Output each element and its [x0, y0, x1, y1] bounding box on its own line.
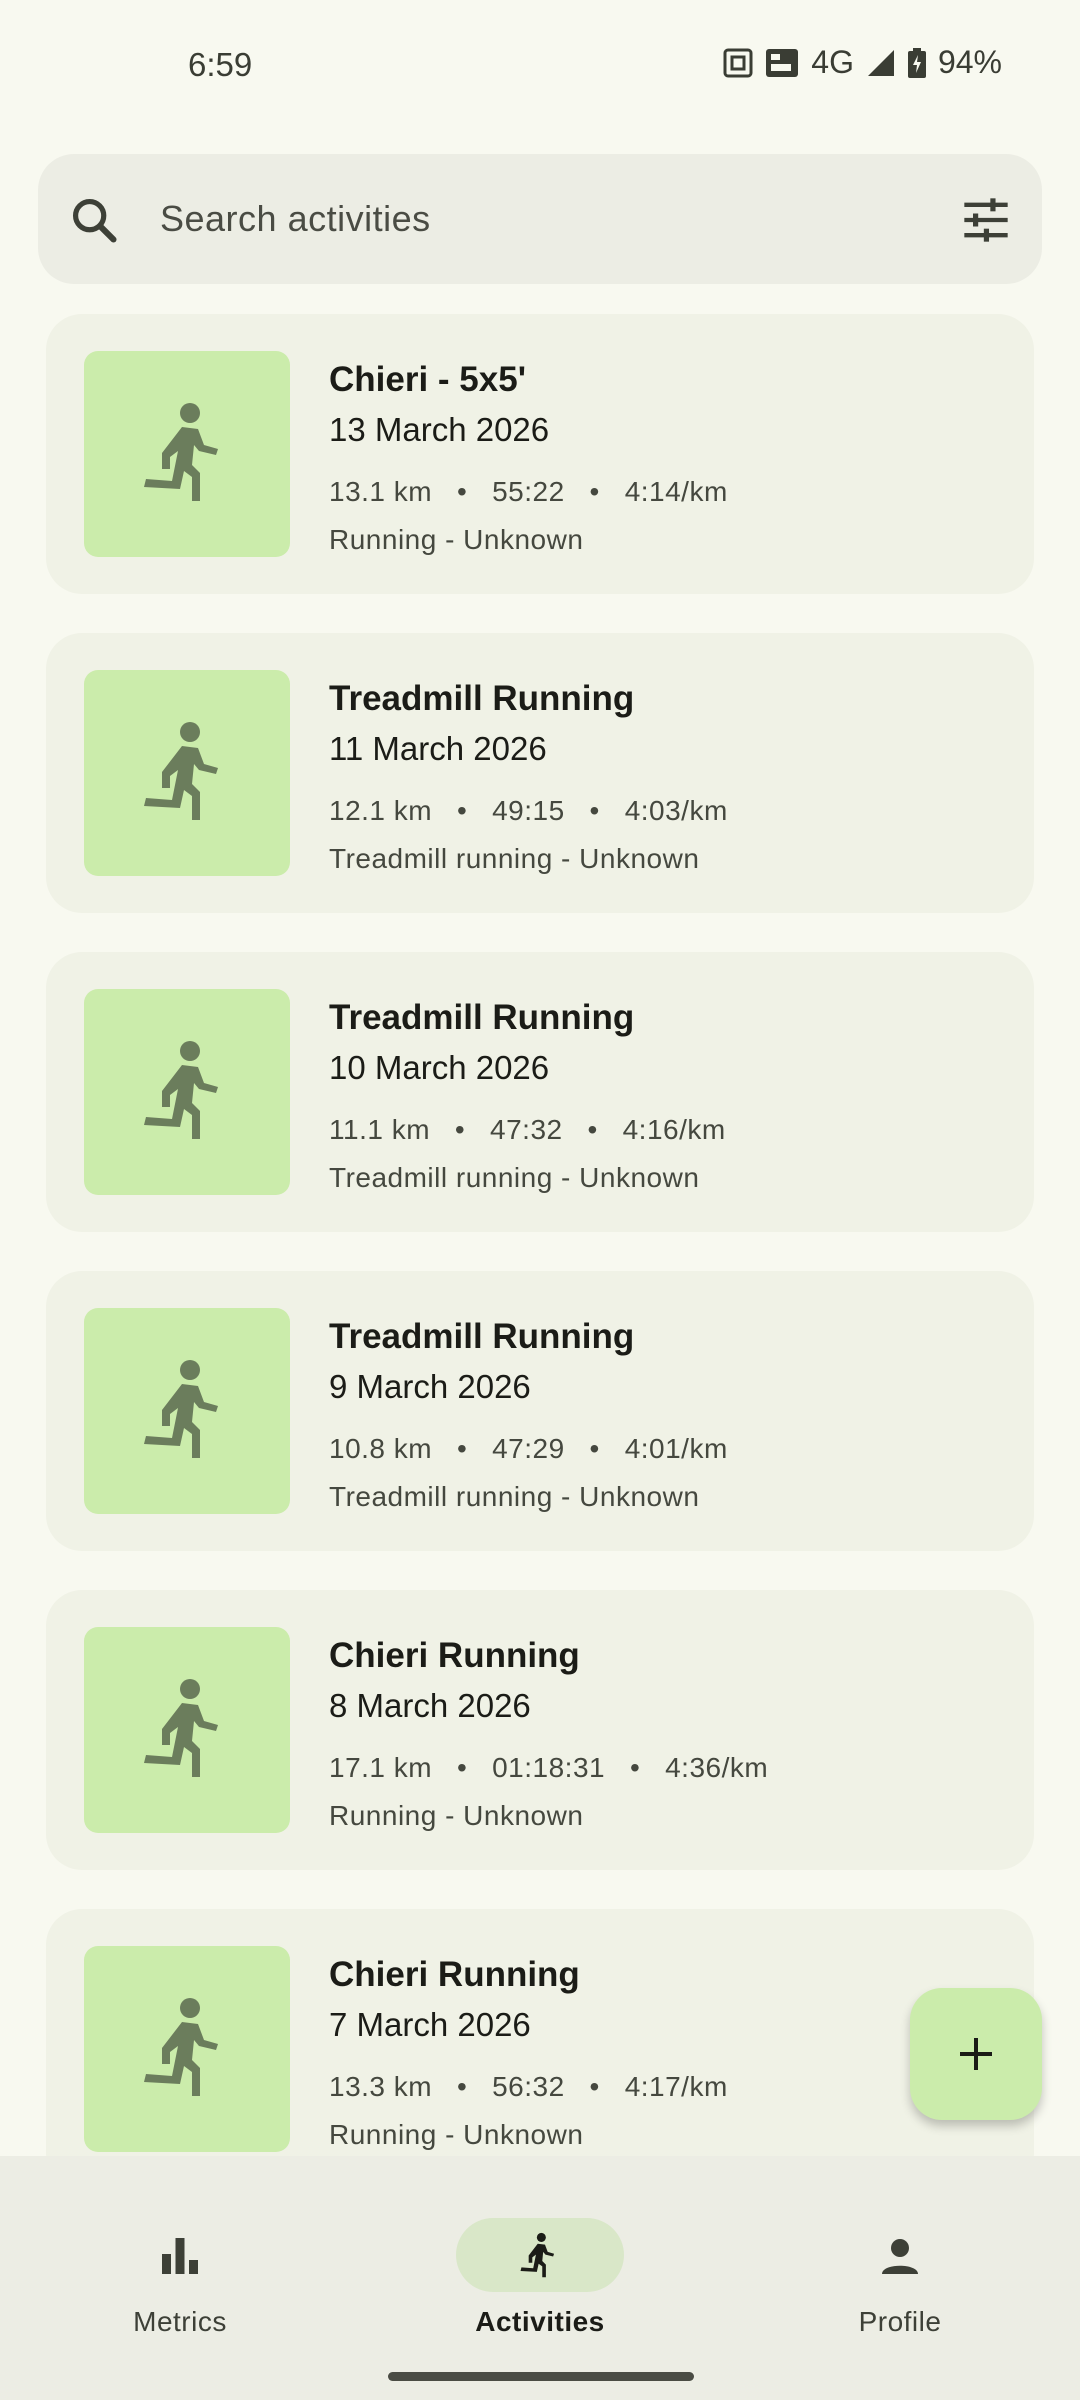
activity-card[interactable]: Treadmill Running 10 March 2026 11.1 km …: [46, 952, 1034, 1232]
activity-card[interactable]: Treadmill Running 11 March 2026 12.1 km …: [46, 633, 1034, 913]
activity-stats: 11.1 km • 47:32 • 4:16/km: [329, 1114, 726, 1146]
bar-chart-icon: [162, 2238, 198, 2274]
nav-label: Metrics: [133, 2306, 227, 2337]
activity-stats: 13.3 km • 56:32 • 4:17/km: [329, 2071, 728, 2103]
person-icon: [882, 2239, 918, 2274]
activity-thumbnail: [84, 989, 290, 1195]
activity-date: 9 March 2026: [329, 1368, 531, 1405]
status-time: 6:59: [188, 46, 253, 83]
activity-card[interactable]: Chieri Running 7 March 2026 13.3 km • 56…: [46, 1909, 1034, 2189]
separator: •: [456, 476, 468, 507]
separator: •: [589, 1433, 600, 1464]
add-activity-button[interactable]: [910, 1988, 1042, 2120]
battery-charging-icon: [907, 47, 926, 78]
nav-item-profile[interactable]: Profile: [800, 2186, 1000, 2337]
filter-icon[interactable]: [960, 194, 1012, 246]
activity-distance: 10.8 km: [329, 1433, 433, 1464]
activity-pace: 4:14/km: [624, 476, 728, 507]
activity-title: Treadmill Running: [329, 1317, 635, 1356]
activity-stats: 12.1 km • 49:15 • 4:03/km: [329, 795, 728, 827]
activity-pace: 4:03/km: [624, 795, 728, 826]
activity-type: Treadmill running - Unknown: [329, 843, 700, 874]
activity-pace: 4:01/km: [624, 1433, 728, 1464]
separator: •: [629, 1752, 641, 1783]
running-icon: [144, 1679, 218, 1777]
activity-title: Chieri Running: [329, 1955, 580, 1994]
separator: •: [456, 1752, 468, 1783]
separator: •: [456, 1433, 468, 1464]
activity-distance: 13.3 km: [329, 2071, 433, 2102]
activity-duration: 55:22: [492, 476, 565, 507]
activity-pace: 4:36/km: [665, 1752, 769, 1783]
running-icon: [144, 1998, 218, 2096]
running-icon: [144, 722, 218, 820]
activity-type: Running - Unknown: [329, 2119, 584, 2150]
activity-card[interactable]: Chieri Running 8 March 2026 17.1 km • 01…: [46, 1590, 1034, 1870]
separator: •: [587, 1114, 598, 1145]
nfc-icon: [723, 48, 753, 77]
nav-label: Activities: [475, 2306, 605, 2337]
activity-stats: 10.8 km • 47:29 • 4:01/km: [329, 1433, 728, 1465]
separator: •: [456, 2071, 468, 2102]
search-input[interactable]: Search activities: [160, 198, 431, 240]
activity-date: 11 March 2026: [329, 730, 547, 767]
activity-duration: 01:18:31: [492, 1752, 606, 1783]
separator: •: [454, 1114, 466, 1145]
activity-duration: 56:32: [492, 2071, 565, 2102]
activity-distance: 11.1 km: [329, 1114, 431, 1145]
separator: •: [589, 2071, 600, 2102]
signal-icon: [867, 49, 894, 76]
activity-card[interactable]: Treadmill Running 9 March 2026 10.8 km •…: [46, 1271, 1034, 1551]
activity-title: Treadmill Running: [329, 679, 635, 718]
activity-date: 8 March 2026: [329, 1687, 531, 1724]
activity-distance: 12.1 km: [329, 795, 433, 826]
activity-thumbnail: [84, 1627, 290, 1833]
activity-duration: 47:32: [490, 1114, 563, 1145]
activity-type: Running - Unknown: [329, 1800, 584, 1831]
status-bar: 6:59 4G 94%: [0, 0, 1080, 140]
search-bar[interactable]: Search activities: [38, 154, 1042, 284]
activity-thumbnail: [84, 670, 290, 876]
nav-item-metrics[interactable]: Metrics: [80, 2186, 280, 2337]
separator: •: [589, 795, 600, 826]
activity-type: Treadmill running - Unknown: [329, 1481, 700, 1512]
nav-label: Profile: [858, 2306, 942, 2337]
network-type: 4G: [811, 44, 854, 80]
activity-date: 7 March 2026: [329, 2006, 531, 2043]
running-icon: [520, 2232, 555, 2278]
activity-title: Treadmill Running: [329, 998, 635, 1037]
volte-icon: [766, 48, 799, 77]
plus-icon: [960, 2038, 992, 2070]
activity-distance: 13.1 km: [329, 476, 433, 507]
activity-thumbnail: [84, 1308, 290, 1514]
activity-thumbnail: [84, 351, 290, 557]
running-icon: [144, 1041, 218, 1139]
search-icon[interactable]: [68, 194, 120, 246]
activity-date: 13 March 2026: [329, 411, 550, 448]
running-icon: [144, 1360, 218, 1458]
activity-stats: 17.1 km • 01:18:31 • 4:36/km: [329, 1752, 768, 1784]
bottom-navigation: Metrics Activities Profile: [0, 2156, 1080, 2400]
activity-card[interactable]: Chieri - 5x5' 13 March 2026 13.1 km • 55…: [46, 314, 1034, 594]
activity-pace: 4:16/km: [622, 1114, 726, 1145]
separator: •: [456, 795, 468, 826]
activity-distance: 17.1 km: [329, 1752, 433, 1783]
activity-type: Treadmill running - Unknown: [329, 1162, 700, 1193]
activity-pace: 4:17/km: [624, 2071, 728, 2102]
activity-date: 10 March 2026: [329, 1049, 550, 1086]
activity-thumbnail: [84, 1946, 290, 2152]
activity-type: Running - Unknown: [329, 524, 584, 555]
nav-item-activities[interactable]: Activities: [440, 2186, 640, 2337]
status-icons: 4G 94%: [723, 44, 1002, 81]
separator: •: [589, 476, 600, 507]
gesture-home-bar[interactable]: [388, 2372, 694, 2381]
battery-level: 94%: [937, 44, 1002, 80]
activity-title: Chieri Running: [329, 1636, 580, 1675]
activity-duration: 49:15: [492, 795, 565, 826]
activity-duration: 47:29: [492, 1433, 565, 1464]
activity-title: Chieri - 5x5': [329, 360, 527, 399]
activity-stats: 13.1 km • 55:22 • 4:14/km: [329, 476, 728, 508]
running-icon: [144, 403, 218, 501]
